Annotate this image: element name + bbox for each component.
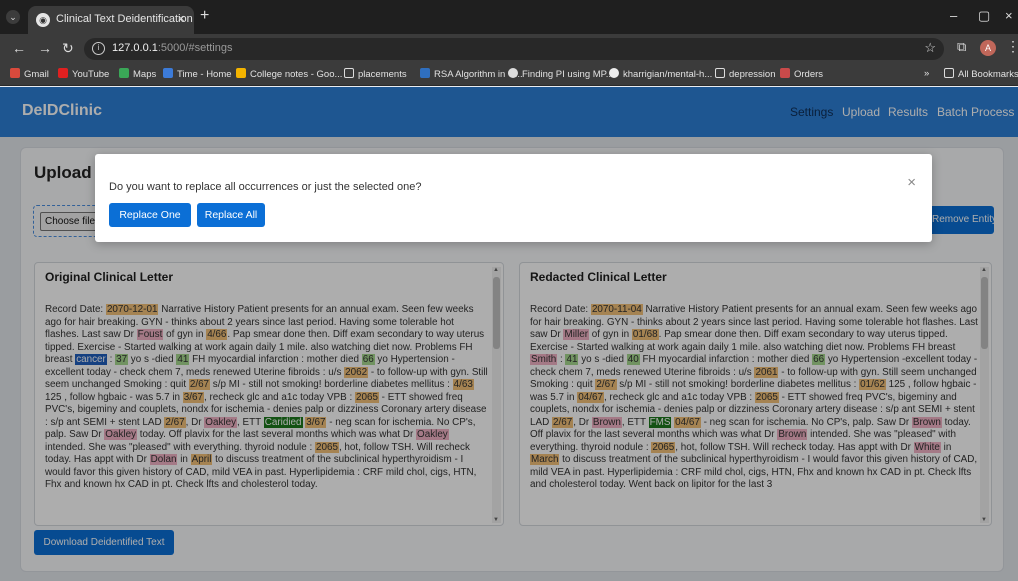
back-icon[interactable]: ← [12, 40, 26, 56]
url-host: 127.0.0.1 [112, 42, 158, 54]
bookmark-placements[interactable]: placements [344, 68, 407, 80]
bookmark-all[interactable]: All Bookmarks [944, 68, 1018, 80]
bookmark-finding-pi[interactable]: Finding PI using MP... [508, 68, 614, 80]
new-tab-icon[interactable]: + [200, 7, 209, 25]
bookmarks-overflow-icon[interactable]: » [924, 68, 929, 79]
address-bar: ← → ↻ i 127.0.0.1:5000/#settings ☆ [0, 34, 1018, 64]
tab-title: Clinical Text Deidentification [56, 13, 193, 25]
youtube-icon [58, 68, 68, 78]
bookmark-gmail[interactable]: Gmail [10, 68, 49, 80]
replace-dialog: Do you want to replace all occurrences o… [95, 154, 932, 242]
reload-icon[interactable]: ↻ [62, 40, 74, 57]
globe-icon [508, 68, 518, 78]
restore-icon[interactable]: ▢ [978, 8, 990, 24]
tab-close-icon[interactable]: × [177, 11, 185, 26]
bookmark-depression[interactable]: depression [715, 68, 775, 80]
replace-one-button[interactable]: Replace One [109, 203, 191, 227]
browser-menu-icon[interactable]: ⋮ [1006, 38, 1018, 55]
profile-avatar[interactable]: A [980, 40, 996, 56]
bookmark-kharrigian[interactable]: kharrigian/mental-h... [609, 68, 712, 80]
orders-icon [780, 68, 790, 78]
tab-favicon-icon: ◉ [36, 13, 50, 27]
github-icon [609, 68, 619, 78]
bookmark-youtube[interactable]: YouTube [58, 68, 109, 80]
minimize-icon[interactable]: – [950, 8, 957, 23]
bookmark-star-icon[interactable]: ☆ [924, 40, 936, 56]
tab-search-icon[interactable]: ⌄ [6, 10, 20, 24]
close-icon[interactable]: × [907, 174, 916, 191]
drive-icon [236, 68, 246, 78]
forward-icon[interactable]: → [38, 40, 52, 56]
url-text: 127.0.0.1:5000/#settings [112, 42, 233, 54]
url-input[interactable]: i 127.0.0.1:5000/#settings ☆ [84, 38, 944, 60]
rsa-icon [420, 68, 430, 78]
maps-icon [119, 68, 129, 78]
replace-all-button[interactable]: Replace All [197, 203, 265, 227]
bookmark-time-home[interactable]: Time - Home [163, 68, 232, 80]
bookmark-orders[interactable]: Orders [780, 68, 823, 80]
replace-dialog-question: Do you want to replace all occurrences o… [109, 181, 422, 193]
folder-icon [344, 68, 354, 78]
folder-icon [944, 68, 954, 78]
bookmark-college-notes[interactable]: College notes - Goo... [236, 68, 342, 80]
url-path: :5000/#settings [157, 42, 233, 54]
extensions-icon[interactable]: ⧉ [957, 39, 966, 55]
bookmarks-bar: Gmail YouTube Maps Time - Home College n… [0, 64, 1018, 86]
folder-icon [715, 68, 725, 78]
site-info-icon[interactable]: i [92, 42, 105, 55]
bookmark-maps[interactable]: Maps [119, 68, 156, 80]
window-close-icon[interactable]: × [1005, 8, 1013, 23]
time-home-icon [163, 68, 173, 78]
browser-tab[interactable]: ◉ Clinical Text Deidentification × [28, 6, 194, 34]
gmail-icon [10, 68, 20, 78]
browser-tabstrip: ⌄ ◉ Clinical Text Deidentification × + –… [0, 0, 1018, 34]
